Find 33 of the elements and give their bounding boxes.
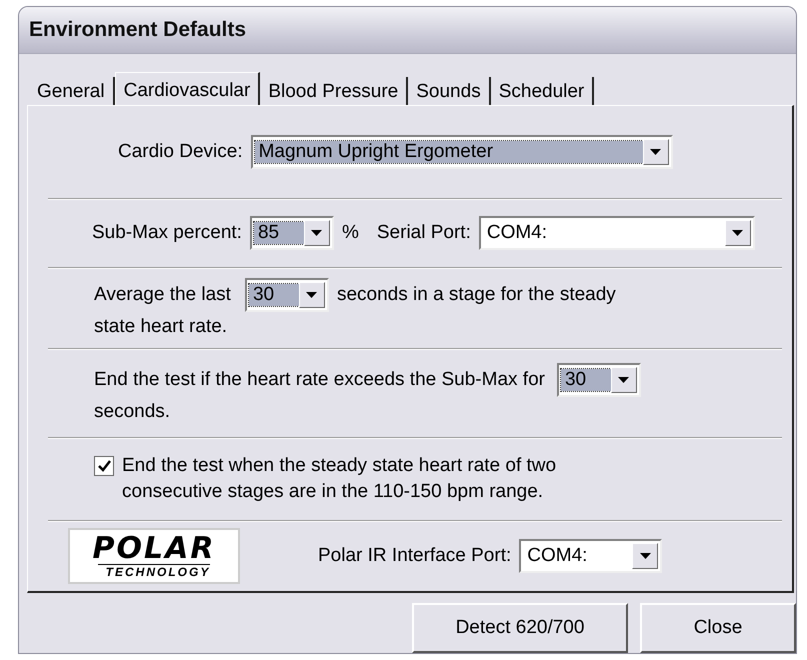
detect-button[interactable]: Detect 620/700 [412,603,628,653]
sentence-text: state heart rate. [94,316,228,338]
tab[interactable]: Cardiovascular [114,72,260,105]
sentence-text: seconds. [94,401,170,423]
end-test-seconds-dropdown[interactable]: 30 [556,363,641,397]
tab[interactable]: Scheduler [490,77,594,105]
field-label: Polar IR Interface Port: [318,545,512,567]
tab[interactable]: Sounds [408,77,491,105]
dropdown-arrow-icon [306,292,318,298]
cardio-device-dropdown[interactable]: Magnum Upright Ergometer [250,135,673,169]
sub-max-dropdown[interactable]: 85 [250,216,334,250]
dropdown-arrow-icon [618,377,630,383]
field-label: Serial Port: [376,222,471,244]
dropdown-arrow-icon [732,230,744,236]
dropdown-arrow-icon [640,553,651,559]
sentence-text: End the test if the heart rate exceeds the Sub-Max for [94,369,545,391]
serial-port-dropdown[interactable]: COM4: [478,216,755,250]
logo-text: POLAR [92,534,216,564]
logo-tagline: TECHNOLOGY [98,564,210,578]
polar-port-dropdown[interactable]: COM4: [519,539,662,573]
checkbox-label: End the test when the steady state heart rate of two consecutive stages are in the 110-150 bpm range. [122,454,558,504]
sentence-text: seconds in a stage for the steady [336,284,616,306]
dropdown-arrow-icon [311,230,322,236]
sentence-text: Average the last [94,284,231,306]
field-label: Sub-Max percent: [92,222,242,244]
dropdown-arrow-icon [650,149,662,155]
average-seconds-dropdown[interactable]: 30 [244,278,329,312]
field-label: Cardio Device: [118,141,243,163]
close-button[interactable]: Close [640,603,796,653]
unit-label: % [342,222,359,244]
checkbox[interactable] [94,456,114,476]
window-title: Environment Defaults [29,18,246,42]
tab[interactable]: Blood Pressure [260,77,408,105]
